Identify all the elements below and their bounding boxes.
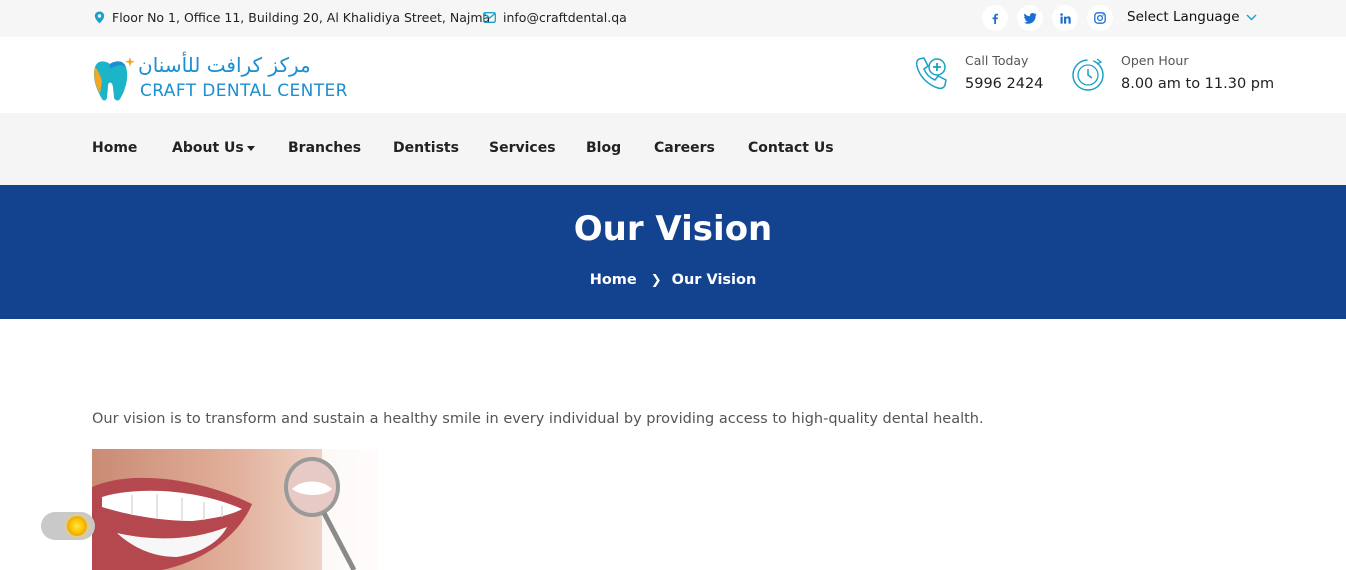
tooth-logo-icon — [93, 57, 135, 101]
twitter-button[interactable] — [1017, 5, 1043, 31]
nav-about-us[interactable]: About Us — [172, 140, 255, 156]
breadcrumb-current: Our Vision — [671, 272, 757, 288]
call-number[interactable]: 5996 2424 — [965, 76, 1043, 92]
nav-branches[interactable]: Branches — [288, 140, 361, 156]
nav-services[interactable]: Services — [489, 140, 556, 156]
logo-arabic-text: مركز كرافت للأسنان — [138, 53, 311, 77]
hours-value: 8.00 am to 11.30 pm — [1121, 76, 1275, 92]
nav-home[interactable]: Home — [92, 140, 137, 156]
open-hour-block: Open Hour 8.00 am to 11.30 pm — [1069, 53, 1274, 93]
instagram-icon — [1094, 12, 1106, 24]
facebook-button[interactable] — [982, 5, 1008, 31]
call-label: Call Today — [965, 53, 1029, 68]
call-today-block: Call Today 5996 2424 — [913, 53, 1043, 93]
twitter-icon — [1023, 12, 1036, 24]
chevron-right-icon: ❯ — [650, 273, 662, 288]
address-text: Floor No 1, Office 11, Building 20, Al K… — [112, 10, 491, 25]
vision-statement: Our vision is to transform and sustain a… — [92, 411, 984, 427]
email-info[interactable]: info@craftdental.qa — [483, 10, 627, 25]
language-label: Select Language — [1127, 9, 1240, 25]
nav-about-us-label: About Us — [172, 140, 244, 156]
nav-blog[interactable]: Blog — [586, 140, 621, 156]
linkedin-button[interactable] — [1052, 5, 1078, 31]
nav-contact-us[interactable]: Contact Us — [748, 140, 834, 156]
page-title: Our Vision — [573, 209, 773, 249]
nav-dentists[interactable]: Dentists — [393, 140, 459, 156]
logo[interactable]: مركز كرافت للأسنان CRAFT DENTAL CENTER — [92, 53, 362, 103]
email-link[interactable]: info@craftdental.qa — [503, 10, 627, 25]
breadcrumb-home-link[interactable]: Home — [590, 272, 637, 288]
smile-dental-mirror-image — [92, 449, 378, 570]
language-selector[interactable]: Select Language — [1127, 9, 1257, 25]
nav-careers[interactable]: Careers — [654, 140, 715, 156]
hours-label: Open Hour — [1121, 53, 1189, 68]
site-header: مركز كرافت للأسنان CRAFT DENTAL CENTER C… — [0, 37, 1346, 113]
clock-icon — [1072, 58, 1104, 91]
smile-illustration — [92, 449, 378, 570]
main-navigation: Home About Us Branches Dentists Services… — [0, 113, 1346, 185]
theme-toggle-switch[interactable] — [41, 512, 95, 540]
page-banner: Our Vision Home ❯ Our Vision — [0, 185, 1346, 319]
facebook-icon — [992, 13, 998, 24]
sun-icon — [67, 516, 87, 536]
chevron-down-icon — [1246, 14, 1257, 20]
address-info: Floor No 1, Office 11, Building 20, Al K… — [94, 10, 490, 25]
logo-english-text: CRAFT DENTAL CENTER — [140, 81, 348, 101]
instagram-button[interactable] — [1087, 5, 1113, 31]
top-bar: Floor No 1, Office 11, Building 20, Al K… — [0, 0, 1346, 37]
breadcrumb: Home ❯ Our Vision — [0, 272, 1346, 288]
envelope-icon — [483, 12, 496, 23]
location-pin-icon — [94, 11, 105, 24]
phone-medical-icon — [915, 57, 947, 90]
linkedin-icon — [1059, 12, 1071, 24]
caret-down-icon — [246, 145, 255, 151]
